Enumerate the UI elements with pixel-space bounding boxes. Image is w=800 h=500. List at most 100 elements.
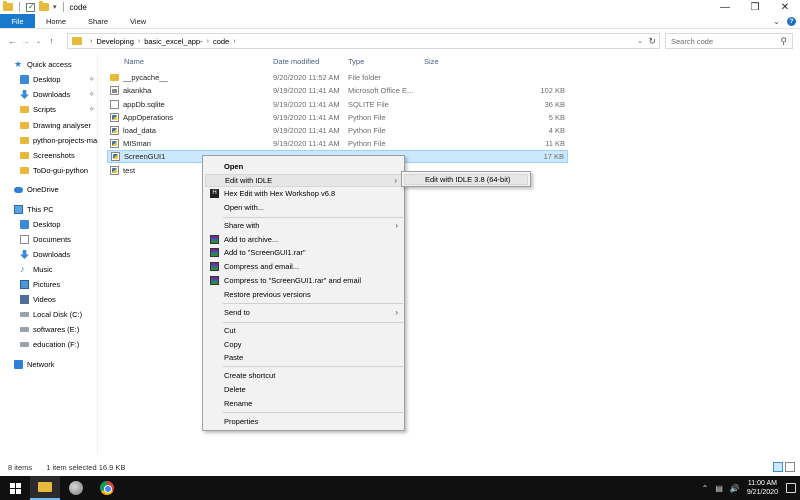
large-icons-view-icon[interactable] [785,462,795,472]
show-hidden-icons-icon[interactable]: ⌃ [702,484,709,493]
sidebar-item-local-disk-c[interactable]: Local Disk (C:) [0,307,98,322]
new-folder-icon[interactable] [39,1,49,11]
selection-info: 1 item selected 16.9 KB [46,462,126,472]
menu-item-paste[interactable]: Paste [205,351,402,364]
chevron-right-icon[interactable]: › [207,38,209,45]
breadcrumb-code[interactable]: code [213,37,229,46]
notifications-icon[interactable] [786,483,796,493]
volume-icon[interactable]: 🔊 [730,484,740,493]
sidebar-item-desktop[interactable]: Desktop [0,217,98,232]
file-name: AppOperations [123,113,174,122]
sidebar-item-onedrive[interactable]: OneDrive [0,182,98,197]
excel-file-icon [110,86,119,95]
menu-item-rename[interactable]: Rename [205,397,402,410]
menu-item-compress-to-rar-and-email[interactable]: Compress to "ScreenGUI1.rar" and email [205,274,402,287]
tab-view[interactable]: View [119,14,157,28]
file-row[interactable]: akankha 9/19/2020 11:41 AM Microsoft Off… [107,84,568,97]
properties-icon[interactable] [26,2,35,12]
menu-item-properties[interactable]: Properties [205,415,402,428]
sidebar-item-downloads[interactable]: Downloads [0,247,98,262]
sidebar-item-pictures[interactable]: Pictures [0,277,98,292]
refresh-icon[interactable]: ↻ [648,36,656,47]
breadcrumb-basic-excel-app[interactable]: basic_excel_app- [144,37,202,46]
menu-item-add-to-rar[interactable]: Add to "ScreenGUI1.rar" [205,246,402,259]
menu-item-cut[interactable]: Cut [205,324,402,337]
pin-icon: ⟡ [89,75,94,83]
menu-item-copy[interactable]: Copy [205,338,402,351]
sidebar-item-label: ToDo-gui-python [33,166,89,175]
sidebar-item-python-projects[interactable]: python-projects-ma [0,133,98,148]
sidebar-item-documents[interactable]: Documents [0,232,98,247]
sidebar-item-todo-gui-python[interactable]: ToDo-gui-python [0,163,98,178]
search-input[interactable]: Search code ⚲ [665,33,793,49]
tab-file[interactable]: File [0,14,35,28]
menu-item-edit-with-idle-38[interactable]: Edit with IDLE 3.8 (64-bit) [404,174,528,185]
menu-item-restore-previous-versions[interactable]: Restore previous versions [205,288,402,301]
sidebar-item-music[interactable]: ♪ Music [0,262,98,277]
file-row[interactable]: appDb.sqlite 9/19/2020 11:41 AM SQLITE F… [107,98,568,111]
network-icon[interactable]: ▤ [715,484,723,493]
chevron-right-icon[interactable]: › [233,38,235,45]
expand-ribbon-icon[interactable]: ⌄ [772,17,781,26]
back-button[interactable]: ← [6,33,19,49]
menu-item-hex-edit[interactable]: H Hex Edit with Hex Workshop v6.8 [205,187,402,200]
column-header-date-modified[interactable]: Date modified [273,54,319,68]
address-bar[interactable]: › Developing › basic_excel_app- › code ›… [67,33,660,49]
details-view-icon[interactable] [773,462,783,472]
sidebar-item-downloads[interactable]: Downloads ⟡ [0,87,98,102]
menu-item-open-with[interactable]: Open with... [205,201,402,214]
menu-separator [223,217,403,218]
column-header-type[interactable]: Type [348,54,364,68]
column-header-name[interactable]: Name [124,54,144,68]
sidebar-item-scripts[interactable]: Scripts ⟡ [0,102,98,117]
menu-item-compress-and-email[interactable]: Compress and email... [205,260,402,273]
pin-icon: ⟡ [89,90,94,98]
sidebar-item-softwares-e[interactable]: softwares (E:) [0,322,98,337]
sidebar-item-label: Desktop [33,75,61,84]
menu-item-add-to-archive[interactable]: Add to archive... [205,233,402,246]
sidebar-item-this-pc[interactable]: This PC [0,202,98,217]
chevron-right-icon[interactable]: › [138,38,140,45]
folder-icon[interactable] [3,1,13,11]
menu-item-open[interactable]: Open [205,160,402,173]
chevron-right-icon: › [395,221,398,230]
sidebar-item-quick-access[interactable]: ★ Quick access [0,57,98,72]
recent-locations-button[interactable]: ⌄ [32,33,45,49]
file-row[interactable]: __pycache__ 9/20/2020 11:52 AM File fold… [107,71,568,84]
chevron-right-icon[interactable]: › [90,38,92,45]
maximize-button[interactable]: ❒ [740,0,770,14]
up-button[interactable]: ↑ [45,33,58,49]
tab-home[interactable]: Home [35,14,77,28]
help-icon[interactable]: ? [787,17,796,26]
sidebar-item-desktop[interactable]: Desktop ⟡ [0,72,98,87]
sidebar-item-network[interactable]: Network [0,357,98,372]
column-header-size[interactable]: Size [424,54,439,68]
menu-item-edit-with-idle[interactable]: Edit with IDLE › [205,174,402,187]
close-button[interactable]: ✕ [770,0,800,14]
sidebar-item-screenshots[interactable]: Screenshots [0,148,98,163]
start-button[interactable] [0,476,30,500]
taskbar-python[interactable] [61,476,91,500]
taskbar-file-explorer[interactable] [30,476,60,500]
tab-share[interactable]: Share [77,14,119,28]
taskbar-chrome[interactable] [92,476,122,500]
forward-button[interactable]: → [19,33,32,49]
desktop-icon [20,75,29,84]
minimize-button[interactable]: — [710,0,740,14]
menu-item-send-to[interactable]: Send to › [205,306,402,319]
clock[interactable]: 11:00 AM 9/21/2020 [747,479,778,497]
file-type: Microsoft Office E... [348,86,414,95]
file-row[interactable]: AppOperations 9/19/2020 11:41 AM Python … [107,111,568,124]
sidebar-item-education-f[interactable]: education (F:) [0,337,98,352]
sidebar-item-videos[interactable]: Videos [0,292,98,307]
address-dropdown-icon[interactable]: ⌄ [637,37,643,45]
menu-item-create-shortcut[interactable]: Create shortcut [205,369,402,382]
breadcrumb-developing[interactable]: Developing [96,37,134,46]
python-file-icon [110,126,119,135]
menu-item-share-with[interactable]: Share with › [205,219,402,232]
sidebar-item-drawing-analyser[interactable]: Drawing analyser [0,118,98,133]
customize-toolbar-icon[interactable]: ▾ [53,3,57,11]
file-row[interactable]: load_data 9/19/2020 11:41 AM Python File… [107,124,568,137]
menu-item-delete[interactable]: Delete [205,383,402,396]
file-row[interactable]: MISman 9/19/2020 11:41 AM Python File 11… [107,137,568,150]
